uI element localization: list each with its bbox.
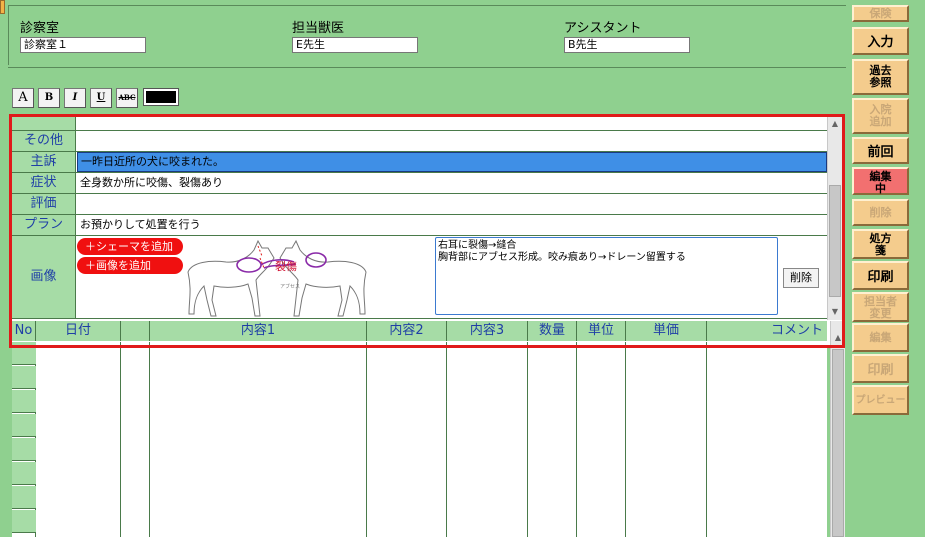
editing-button[interactable]: 編集 中 [852,167,909,195]
room-label: 診察室 [20,21,60,36]
insurance-button[interactable]: 保険 [852,5,909,22]
column-blank [121,342,150,537]
room-field[interactable]: 診察室１ [20,37,146,53]
table-row[interactable] [12,486,36,509]
column-price [626,342,707,537]
input-button[interactable]: 入力 [852,27,909,55]
table-row[interactable] [12,438,36,461]
doctor-label: 担当獣医 [292,21,345,36]
column-content1 [150,342,367,537]
underline-button[interactable]: U [90,88,112,108]
previous-button[interactable]: 前回 [852,137,909,164]
left-edge-tab[interactable] [0,0,5,14]
table-row[interactable] [12,390,36,413]
color-swatch [146,91,176,103]
column-date [36,342,121,537]
table-row[interactable] [12,414,36,437]
preview-button[interactable]: プレビュー [852,385,909,415]
header-bottom-divider [8,67,846,68]
print-disabled-button[interactable]: 印刷 [852,354,909,383]
table-row[interactable] [12,510,36,533]
column-content2 [367,342,447,537]
text-color-picker[interactable] [143,88,179,106]
prescription-button[interactable]: 処方 箋 [852,229,909,259]
scrollbar-thumb[interactable] [832,349,844,537]
column-quantity [528,342,577,537]
table-row[interactable] [12,366,36,389]
assistant-field[interactable]: B先生 [564,37,690,53]
header-left-divider [8,5,9,65]
column-unit [577,342,626,537]
strikethrough-button[interactable]: ABC [116,88,138,108]
assistant-label: アシスタント [564,21,642,36]
table-row[interactable] [12,462,36,485]
font-button[interactable]: A [12,88,34,108]
change-staff-button[interactable]: 担当者 変更 [852,292,909,322]
highlight-frame [9,114,845,348]
doctor-field[interactable]: E先生 [292,37,418,53]
delete-record-button[interactable]: 削除 [852,199,909,226]
admission-add-button[interactable]: 入院 追加 [852,98,909,134]
print-button[interactable]: 印刷 [852,261,909,290]
table-scrollbar[interactable]: ▲ [830,321,845,537]
bold-button[interactable]: B [38,88,60,108]
italic-button[interactable]: I [64,88,86,108]
header-top-divider [8,5,846,6]
item-table [12,342,827,537]
history-button[interactable]: 過去 参照 [852,59,909,95]
column-content3 [447,342,528,537]
edit-button[interactable]: 編集 [852,323,909,352]
